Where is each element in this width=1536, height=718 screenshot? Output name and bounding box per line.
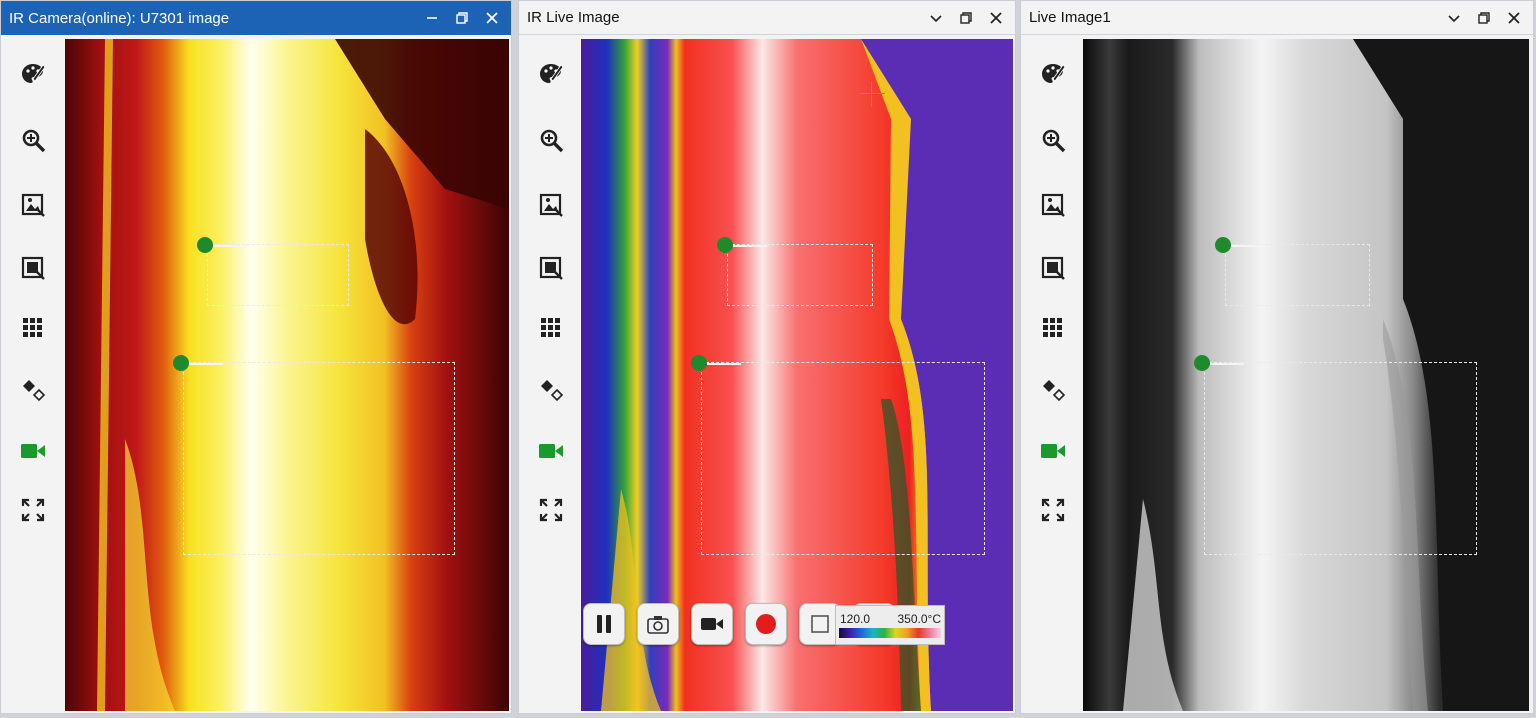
close-icon[interactable] bbox=[983, 5, 1009, 31]
ir-camera-window: IR Camera(online): U7301 image bbox=[0, 0, 512, 714]
tool-sidebar bbox=[1, 35, 65, 713]
window-title: Live Image1 bbox=[1029, 9, 1111, 26]
window-titlebar[interactable]: IR Camera(online): U7301 image bbox=[1, 1, 511, 35]
live-image-window: Live Image1 bbox=[1020, 0, 1534, 714]
minimize-icon[interactable] bbox=[419, 5, 445, 31]
thermal-image-grayscale[interactable] bbox=[1083, 39, 1529, 711]
window-titlebar[interactable]: IR Live Image bbox=[519, 1, 1015, 35]
video-camera-icon bbox=[701, 618, 723, 630]
image-select-icon bbox=[1041, 256, 1065, 280]
fullscreen-tool-button[interactable] bbox=[15, 492, 51, 528]
grid-icon bbox=[23, 318, 42, 337]
zoom-tool-button[interactable] bbox=[533, 122, 569, 158]
thermal-image-iron[interactable] bbox=[65, 39, 509, 711]
roi-marker[interactable] bbox=[717, 237, 733, 253]
image-adjust-tool-button[interactable] bbox=[1035, 187, 1071, 223]
temperature-scale: 120.0 350.0°C bbox=[835, 605, 945, 645]
roi-rectangle-2[interactable] bbox=[1194, 355, 1477, 555]
grid-tool-button[interactable] bbox=[15, 310, 51, 346]
roi-rectangle-1[interactable] bbox=[1215, 237, 1370, 306]
roi-marker[interactable] bbox=[691, 355, 707, 371]
image-adjust-tool-button[interactable] bbox=[15, 187, 51, 223]
palette-tool-button[interactable] bbox=[533, 57, 569, 93]
grid-tool-button[interactable] bbox=[533, 310, 569, 346]
camera-icon bbox=[647, 616, 669, 634]
fill-icon bbox=[1043, 380, 1066, 402]
restore-icon[interactable] bbox=[449, 5, 475, 31]
video-camera-tool-button[interactable] bbox=[15, 433, 51, 469]
close-icon[interactable] bbox=[1501, 5, 1527, 31]
image-adjust-icon bbox=[1041, 193, 1065, 217]
roi-rectangle-1[interactable] bbox=[197, 237, 349, 306]
color-scale-bar bbox=[839, 628, 941, 638]
palette-icon bbox=[540, 64, 564, 83]
zoom-icon bbox=[540, 129, 564, 153]
roi-marker[interactable] bbox=[1215, 237, 1231, 253]
stop-icon bbox=[811, 615, 829, 633]
fullscreen-tool-button[interactable] bbox=[1035, 492, 1071, 528]
window-title: IR Live Image bbox=[527, 9, 620, 26]
ir-live-window: IR Live Image 120.0 350.0°C bbox=[518, 0, 1016, 714]
fill-icon bbox=[23, 380, 46, 402]
chevron-down-icon[interactable] bbox=[923, 5, 949, 31]
fullscreen-icon bbox=[1041, 498, 1065, 522]
video-camera-icon bbox=[539, 444, 563, 458]
palette-tool-button[interactable] bbox=[15, 57, 51, 93]
fullscreen-icon bbox=[21, 498, 45, 522]
video-button[interactable] bbox=[691, 603, 733, 645]
video-camera-tool-button[interactable] bbox=[533, 433, 569, 469]
image-select-icon bbox=[539, 256, 563, 280]
crosshair-cursor bbox=[859, 81, 885, 107]
tool-sidebar bbox=[519, 35, 583, 713]
restore-icon[interactable] bbox=[1471, 5, 1497, 31]
tool-sidebar bbox=[1021, 35, 1085, 713]
fullscreen-icon bbox=[539, 498, 563, 522]
window-title: IR Camera(online): U7301 image bbox=[9, 9, 230, 27]
pause-button[interactable] bbox=[583, 603, 625, 645]
zoom-tool-button[interactable] bbox=[1035, 122, 1071, 158]
image-select-icon bbox=[21, 256, 45, 280]
scale-min: 120.0 bbox=[840, 612, 871, 626]
roi-marker[interactable] bbox=[1194, 355, 1210, 371]
roi-marker[interactable] bbox=[173, 355, 189, 371]
roi-rectangle-2[interactable] bbox=[691, 355, 985, 555]
window-titlebar[interactable]: Live Image1 bbox=[1021, 1, 1533, 35]
roi-rectangle-2[interactable] bbox=[173, 355, 455, 555]
image-adjust-tool-button[interactable] bbox=[533, 187, 569, 223]
fill-icon bbox=[541, 380, 564, 402]
zoom-icon bbox=[22, 129, 46, 153]
record-icon bbox=[756, 614, 776, 634]
scale-max: 350.0°C bbox=[897, 612, 942, 626]
grid-icon bbox=[1043, 318, 1062, 337]
image-select-tool-button[interactable] bbox=[15, 250, 51, 286]
grid-tool-button[interactable] bbox=[1035, 310, 1071, 346]
video-camera-tool-button[interactable] bbox=[1035, 433, 1071, 469]
image-adjust-icon bbox=[539, 193, 563, 217]
chevron-down-icon[interactable] bbox=[1441, 5, 1467, 31]
fullscreen-tool-button[interactable] bbox=[533, 492, 569, 528]
restore-icon[interactable] bbox=[953, 5, 979, 31]
fill-tool-button[interactable] bbox=[533, 372, 569, 408]
zoom-icon bbox=[1042, 129, 1066, 153]
video-camera-icon bbox=[1041, 444, 1065, 458]
image-select-tool-button[interactable] bbox=[533, 250, 569, 286]
pause-icon bbox=[597, 615, 611, 633]
zoom-tool-button[interactable] bbox=[15, 122, 51, 158]
roi-marker[interactable] bbox=[197, 237, 213, 253]
image-select-tool-button[interactable] bbox=[1035, 250, 1071, 286]
video-camera-icon bbox=[21, 444, 45, 458]
record-button[interactable] bbox=[745, 603, 787, 645]
close-icon[interactable] bbox=[479, 5, 505, 31]
fill-tool-button[interactable] bbox=[15, 372, 51, 408]
image-adjust-icon bbox=[21, 193, 45, 217]
roi-rectangle-1[interactable] bbox=[717, 237, 873, 306]
fill-tool-button[interactable] bbox=[1035, 372, 1071, 408]
snapshot-button[interactable] bbox=[637, 603, 679, 645]
palette-tool-button[interactable] bbox=[1035, 57, 1071, 93]
palette-icon bbox=[22, 64, 46, 83]
grid-icon bbox=[541, 318, 560, 337]
palette-icon bbox=[1042, 64, 1066, 83]
